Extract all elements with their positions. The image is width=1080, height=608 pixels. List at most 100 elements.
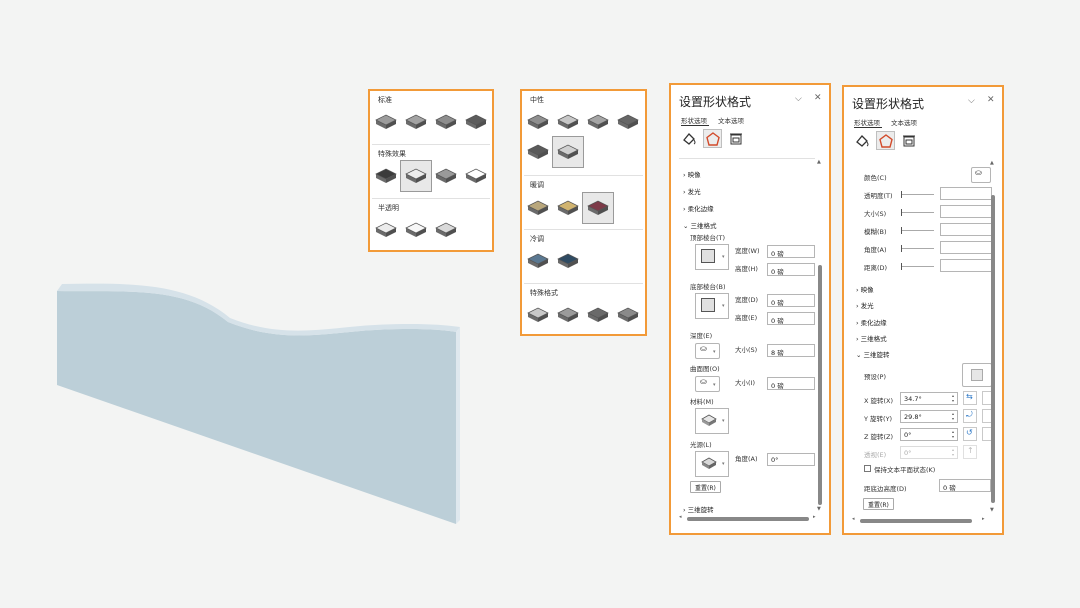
section-reflection[interactable]: › 映像 [683, 169, 701, 179]
material-preset-tile[interactable] [526, 111, 550, 135]
material-preset-tile[interactable] [556, 111, 580, 135]
section-soft-edges[interactable]: › 柔化边缘 [856, 317, 887, 327]
group-label-translucent: 半透明 [378, 204, 399, 212]
vertical-scrollbar-thumb[interactable] [991, 195, 995, 503]
depth-color-dropdown[interactable] [695, 343, 720, 359]
close-icon[interactable]: ✕ [814, 93, 822, 103]
top-bevel-width-input[interactable]: 0 磅 [767, 245, 815, 258]
tab-text-options[interactable]: 文本选项 [891, 117, 917, 127]
slider-thumb[interactable] [901, 209, 902, 216]
scroll-right-arrow[interactable]: ▸ [982, 516, 985, 522]
x-rotation-input[interactable]: 34.7° [900, 392, 958, 405]
scroll-down-arrow[interactable]: ▼ [990, 507, 994, 513]
tab-shape-options[interactable]: 形状选项 [681, 115, 707, 125]
fill-line-icon[interactable] [681, 131, 697, 147]
material-preset-tile[interactable] [526, 250, 550, 274]
size-properties-icon[interactable] [728, 131, 744, 147]
scroll-left-arrow[interactable]: ◂ [852, 516, 855, 522]
section-3d-format[interactable]: › 三维格式 [856, 333, 887, 343]
transparency-slider[interactable] [901, 194, 934, 195]
bevel-preset-tile[interactable] [374, 165, 398, 189]
top-bevel-height-input[interactable]: 0 磅 [767, 263, 815, 276]
bevel-preset-tile[interactable] [464, 111, 488, 135]
scroll-right-arrow[interactable]: ▸ [813, 514, 816, 520]
fill-line-icon[interactable] [854, 133, 870, 149]
contour-size-input[interactable]: 0 磅 [767, 377, 815, 390]
material-preset-tile[interactable] [556, 304, 580, 328]
size-input[interactable] [940, 205, 992, 218]
material-preset-tile[interactable] [586, 111, 610, 135]
depth-size-input[interactable]: 8 磅 [767, 344, 815, 357]
material-preset-tile[interactable] [616, 304, 640, 328]
bevel-preset-tile[interactable] [404, 219, 428, 243]
bevel-preset-tile[interactable] [404, 165, 428, 189]
effects-pentagon-icon[interactable] [705, 131, 721, 147]
bottom-bevel-height-input[interactable]: 0 磅 [767, 312, 815, 325]
angle-slider[interactable] [901, 248, 934, 249]
slider-thumb[interactable] [901, 245, 902, 252]
section-3d-rotation[interactable]: › 三维旋转 [683, 504, 714, 514]
transparency-input[interactable] [940, 187, 992, 200]
y-rotation-input[interactable]: 29.8° [900, 410, 958, 423]
vertical-scrollbar-thumb[interactable] [818, 265, 822, 505]
section-glow[interactable]: › 发光 [683, 186, 701, 196]
perspective-input[interactable]: 0° [900, 446, 958, 459]
slider-thumb[interactable] [901, 227, 902, 234]
material-preset-tile[interactable] [616, 111, 640, 135]
slider-thumb[interactable] [901, 191, 902, 198]
bevel-preset-tile[interactable] [434, 165, 458, 189]
section-glow[interactable]: › 发光 [856, 300, 874, 310]
material-preset-tile[interactable] [586, 304, 610, 328]
z-rotation-spinner[interactable]: ▴ ▾ [952, 429, 954, 439]
bevel-preset-tile[interactable] [374, 111, 398, 135]
size-properties-icon[interactable] [901, 133, 917, 149]
angle-input[interactable] [940, 241, 992, 254]
reset-button[interactable]: 重置(R) [690, 481, 721, 493]
tab-shape-options[interactable]: 形状选项 [854, 117, 880, 127]
bottom-bevel-width-input[interactable]: 0 磅 [767, 294, 815, 307]
scroll-up-arrow[interactable]: ▲ [817, 159, 821, 165]
bevel-preset-tile[interactable] [404, 111, 428, 135]
distance-from-ground-input[interactable]: 0 磅 [939, 479, 991, 492]
effects-pentagon-icon[interactable] [878, 133, 894, 149]
reset-button[interactable]: 重置(R) [863, 498, 894, 510]
section-3d-format[interactable]: ⌄ 三维格式 [683, 220, 717, 230]
preset-label: 预设(P) [864, 373, 886, 381]
perspective-spinner[interactable]: ▴ ▾ [952, 447, 954, 457]
horizontal-scrollbar-thumb[interactable] [687, 517, 809, 521]
horizontal-scrollbar-thumb[interactable] [860, 519, 972, 523]
section-soft-edges[interactable]: › 柔化边缘 [683, 203, 714, 213]
material-preset-tile[interactable] [556, 197, 580, 221]
scroll-left-arrow[interactable]: ◂ [679, 514, 682, 520]
tab-text-options[interactable]: 文本选项 [718, 115, 744, 125]
distance-input[interactable] [940, 259, 992, 272]
section-reflection[interactable]: › 映像 [856, 284, 874, 294]
blur-slider[interactable] [901, 230, 934, 231]
material-preset-tile[interactable] [556, 250, 580, 274]
distance-slider[interactable] [901, 266, 934, 267]
size-slider[interactable] [901, 212, 934, 213]
scroll-down-arrow[interactable]: ▼ [817, 506, 821, 512]
close-icon[interactable]: ✕ [987, 95, 995, 105]
collapse-pane-icon[interactable]: ⌵ [968, 96, 975, 106]
material-preset-tile[interactable] [526, 304, 550, 328]
contour-color-dropdown[interactable] [695, 376, 720, 392]
section-3d-rotation[interactable]: ⌄ 三维旋转 [856, 349, 890, 359]
lighting-angle-input[interactable]: 0° [767, 453, 815, 466]
material-preset-tile[interactable] [526, 197, 550, 221]
slider-thumb[interactable] [901, 263, 902, 270]
collapse-pane-icon[interactable]: ⌵ [795, 94, 802, 104]
x-rotation-spinner[interactable]: ▴ ▾ [952, 393, 954, 403]
material-preset-tile[interactable] [586, 197, 610, 221]
bevel-preset-tile[interactable] [464, 165, 488, 189]
blur-input[interactable] [940, 223, 992, 236]
bevel-preset-tile[interactable] [434, 219, 458, 243]
z-rotation-input[interactable]: 0° [900, 428, 958, 441]
bevel-preset-tile[interactable] [434, 111, 458, 135]
material-preset-tile[interactable] [556, 141, 580, 165]
y-rotation-spinner[interactable]: ▴ ▾ [952, 411, 954, 421]
bevel-preset-tile[interactable] [374, 219, 398, 243]
material-preset-tile[interactable] [526, 141, 550, 165]
scroll-up-arrow[interactable]: ▲ [990, 160, 994, 166]
keep-text-flat-checkbox[interactable] [864, 465, 871, 472]
